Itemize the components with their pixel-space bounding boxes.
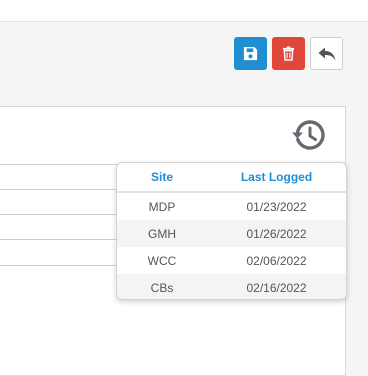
history-icon [292,120,325,150]
site-cell: MDP [148,199,176,214]
record-toolbar [234,37,343,70]
table-row: MDP 01/23/2022 [117,193,346,220]
last-logged-cell: 01/23/2022 [246,199,307,214]
last-logged-cell: 02/06/2022 [246,253,307,268]
save-button[interactable] [234,37,267,70]
reply-arrow-icon [318,47,335,60]
table-row: GMH 01/26/2022 [117,220,346,247]
background-table-rows [0,164,118,266]
column-header-site[interactable]: Site [117,170,207,184]
site-cell: CBs [150,280,174,295]
table-row[interactable] [0,239,118,266]
last-logged-cell: 01/26/2022 [246,226,307,241]
table-row[interactable] [0,189,118,214]
table-row: CBs 02/16/2022 [117,274,346,299]
site-cell: WCC [147,253,177,268]
trash-icon [282,46,295,61]
save-icon [243,46,258,61]
popover-header: Site Last Logged [117,163,346,193]
last-logged-popover: Site Last Logged MDP 01/23/2022 GMH 01/2… [116,162,347,300]
last-logged-cell: 02/16/2022 [246,280,307,295]
table-row[interactable] [0,214,118,239]
back-button[interactable] [310,37,343,70]
table-row[interactable] [0,164,118,189]
table-row: WCC 02/06/2022 [117,247,346,274]
history-button[interactable] [290,118,326,152]
column-header-last-logged[interactable]: Last Logged [207,170,346,184]
top-bar [0,0,368,22]
site-cell: GMH [148,226,176,241]
delete-button[interactable] [272,37,305,70]
